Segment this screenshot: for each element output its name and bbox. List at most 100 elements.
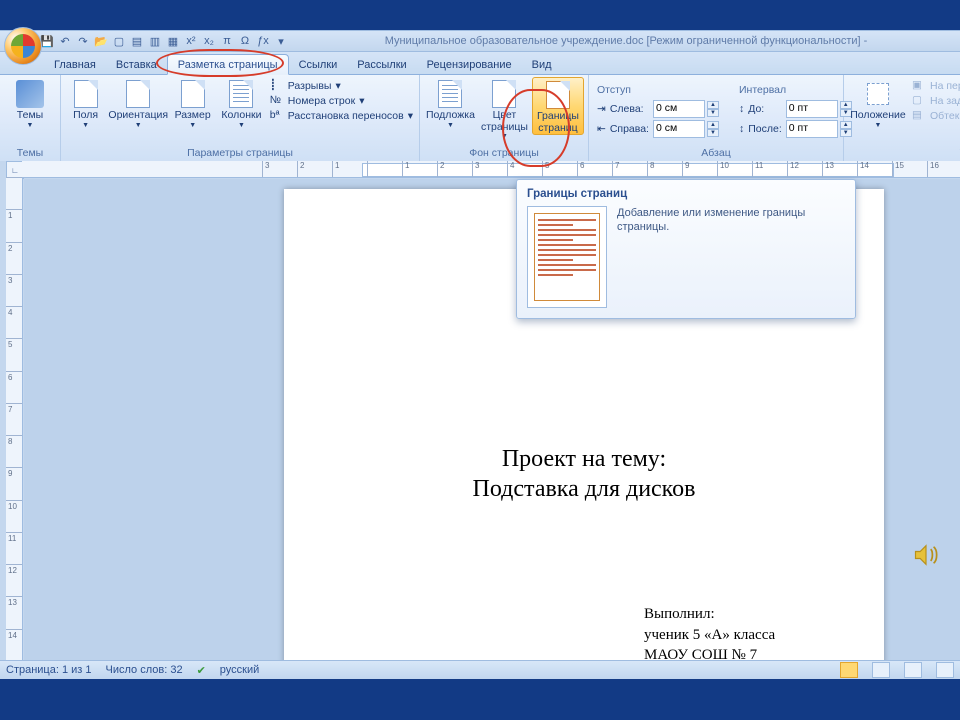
- indent-left-icon: ⇥: [597, 103, 606, 115]
- spacing-after-value[interactable]: 0 пт: [786, 120, 838, 138]
- indent-controls: Отступ ⇥Слева:0 см▲▼ ⇤Справа:0 см▲▼: [593, 77, 725, 139]
- status-words[interactable]: Число слов: 32: [106, 664, 183, 676]
- spacing-after-label: После:: [748, 123, 782, 135]
- status-language[interactable]: русский: [220, 664, 259, 676]
- quick-access-toolbar: 💾 ↶ ↷ 📂 ▢ ▤ ▥ ▦ x² x₂ π Ω ƒx ▾ Муниципал…: [0, 31, 960, 52]
- page-color-button[interactable]: Цвет страницы▼: [479, 77, 530, 141]
- group-page-bg-label: Фон страницы: [424, 146, 584, 161]
- send-back-button[interactable]: ▢На задний: [912, 94, 960, 108]
- office-button[interactable]: [4, 27, 42, 65]
- send-back-icon: ▢: [912, 94, 926, 108]
- hyphenation-button[interactable]: bªРасстановка переносов ▾: [270, 109, 413, 123]
- spacing-before-label: До:: [748, 103, 782, 115]
- columns-label: Колонки: [221, 110, 261, 122]
- breaks-icon: ┋: [270, 79, 284, 93]
- redo-icon[interactable]: ↷: [76, 34, 90, 48]
- spacing-controls: Интервал ↕До:0 пт▲▼ ↕После:0 пт▲▼: [735, 77, 858, 139]
- ribbon: Темы ▼ Темы Поля▼ Ориентация▼ Размер▼: [0, 75, 960, 162]
- screentip-page-borders: Границы страниц Добавление или изменение…: [516, 179, 856, 319]
- screentip-text: Добавление или изменение границы страниц…: [617, 206, 845, 235]
- page-color-icon: [490, 80, 518, 108]
- arrange-small: ▣На передн ▢На задний ▤Обтекани: [910, 77, 960, 123]
- pi-icon[interactable]: π: [220, 34, 234, 48]
- themes-label: Темы: [17, 110, 43, 122]
- group-paragraph: Отступ ⇥Слева:0 см▲▼ ⇤Справа:0 см▲▼ Инте…: [589, 75, 844, 161]
- page-setup-small: ┋Разрывы ▾ №Номера строк ▾ bªРасстановка…: [268, 77, 415, 123]
- bring-front-button[interactable]: ▣На передн: [912, 79, 960, 93]
- group-arrange: Положение▼ ▣На передн ▢На задний ▤Обтека…: [844, 75, 960, 161]
- print-icon[interactable]: ▤: [130, 34, 144, 48]
- line-numbers-button[interactable]: №Номера строк ▾: [270, 94, 413, 108]
- open-icon[interactable]: 📂: [94, 34, 108, 48]
- indent-left-spinner[interactable]: ▲▼: [707, 101, 719, 117]
- tab-review[interactable]: Рецензирование: [417, 55, 522, 74]
- size-button[interactable]: Размер▼: [170, 77, 215, 129]
- spacing-header: Интервал: [739, 84, 854, 96]
- indent-left-value[interactable]: 0 см: [653, 100, 705, 118]
- tab-insert[interactable]: Вставка: [106, 55, 167, 74]
- undo-icon[interactable]: ↶: [58, 34, 72, 48]
- size-label: Размер: [175, 110, 211, 122]
- view-print-layout[interactable]: [840, 662, 858, 678]
- indent-right-icon: ⇤: [597, 123, 606, 135]
- bring-front-icon: ▣: [912, 79, 926, 93]
- doc-author: Выполнил: ученик 5 «А» класса МАОУ СОШ №…: [644, 604, 884, 661]
- status-page[interactable]: Страница: 1 из 1: [6, 664, 92, 676]
- orientation-label: Ориентация: [108, 110, 168, 122]
- position-label: Положение: [850, 110, 906, 122]
- table-icon[interactable]: ▦: [166, 34, 180, 48]
- watermark-button[interactable]: Подложка▼: [424, 77, 477, 129]
- tab-references[interactable]: Ссылки: [289, 55, 348, 74]
- tab-mailings[interactable]: Рассылки: [347, 55, 416, 74]
- save-icon[interactable]: 💾: [40, 34, 54, 48]
- spacing-after-icon: ↕: [739, 123, 744, 135]
- ruler-vertical[interactable]: 1234567891011121314: [6, 177, 23, 661]
- equation-icon[interactable]: ƒx: [256, 34, 270, 48]
- preview-icon[interactable]: ▥: [148, 34, 162, 48]
- indent-right-spinner[interactable]: ▲▼: [707, 121, 719, 137]
- spacing-before-icon: ↕: [739, 103, 744, 115]
- symbol-icon[interactable]: Ω: [238, 34, 252, 48]
- group-arrange-label: Упо: [848, 146, 960, 161]
- text-wrap-button[interactable]: ▤Обтекани: [912, 109, 960, 123]
- page-color-label: Цвет страницы: [481, 110, 528, 133]
- ruler-horizontal[interactable]: 32112345678910111213141516: [22, 161, 960, 178]
- line-numbers-icon: №: [270, 94, 284, 108]
- screentip-title: Границы страниц: [527, 188, 845, 200]
- orientation-button[interactable]: Ориентация▼: [108, 77, 168, 129]
- group-paragraph-label: Абзац: [593, 146, 839, 161]
- superscript-icon[interactable]: x²: [184, 34, 198, 48]
- page-borders-label: Границы страниц: [535, 111, 581, 134]
- view-full-screen[interactable]: [872, 662, 890, 678]
- subscript-icon[interactable]: x₂: [202, 34, 216, 48]
- status-proofing-icon[interactable]: ✔: [197, 664, 206, 677]
- view-web-layout[interactable]: [904, 662, 922, 678]
- indent-right-value[interactable]: 0 см: [653, 120, 705, 138]
- qat-dropdown-icon[interactable]: ▾: [274, 34, 288, 48]
- tab-page-layout[interactable]: Разметка страницы: [167, 54, 289, 75]
- indent-header: Отступ: [597, 84, 721, 96]
- view-outline[interactable]: [936, 662, 954, 678]
- title-bar-text: Муниципальное образовательное учреждение…: [292, 35, 960, 47]
- group-themes-label: Темы: [4, 146, 56, 161]
- themes-icon: [16, 80, 44, 108]
- tab-view[interactable]: Вид: [522, 55, 562, 74]
- tab-home[interactable]: Главная: [44, 55, 106, 74]
- status-bar: Страница: 1 из 1 Число слов: 32 ✔ русски…: [0, 660, 960, 679]
- text-wrap-icon: ▤: [912, 109, 926, 123]
- group-page-setup-label: Параметры страницы: [65, 146, 415, 161]
- columns-button[interactable]: Колонки▼: [217, 77, 266, 129]
- position-button[interactable]: Положение▼: [848, 77, 908, 129]
- doc-title: Проект на тему: Подставка для дисков: [284, 444, 884, 504]
- ribbon-tabs: Главная Вставка Разметка страницы Ссылки…: [0, 52, 960, 75]
- hyphenation-icon: bª: [270, 109, 284, 123]
- spacing-before-value[interactable]: 0 пт: [786, 100, 838, 118]
- page-borders-button[interactable]: Границы страниц: [532, 77, 584, 135]
- margins-label: Поля: [73, 110, 98, 122]
- themes-button[interactable]: Темы ▼: [4, 77, 56, 129]
- watermark-label: Подложка: [426, 110, 475, 122]
- new-icon[interactable]: ▢: [112, 34, 126, 48]
- margins-button[interactable]: Поля▼: [65, 77, 106, 129]
- breaks-button[interactable]: ┋Разрывы ▾: [270, 79, 413, 93]
- group-page-background: Подложка▼ Цвет страницы▼ Границы страниц…: [420, 75, 589, 161]
